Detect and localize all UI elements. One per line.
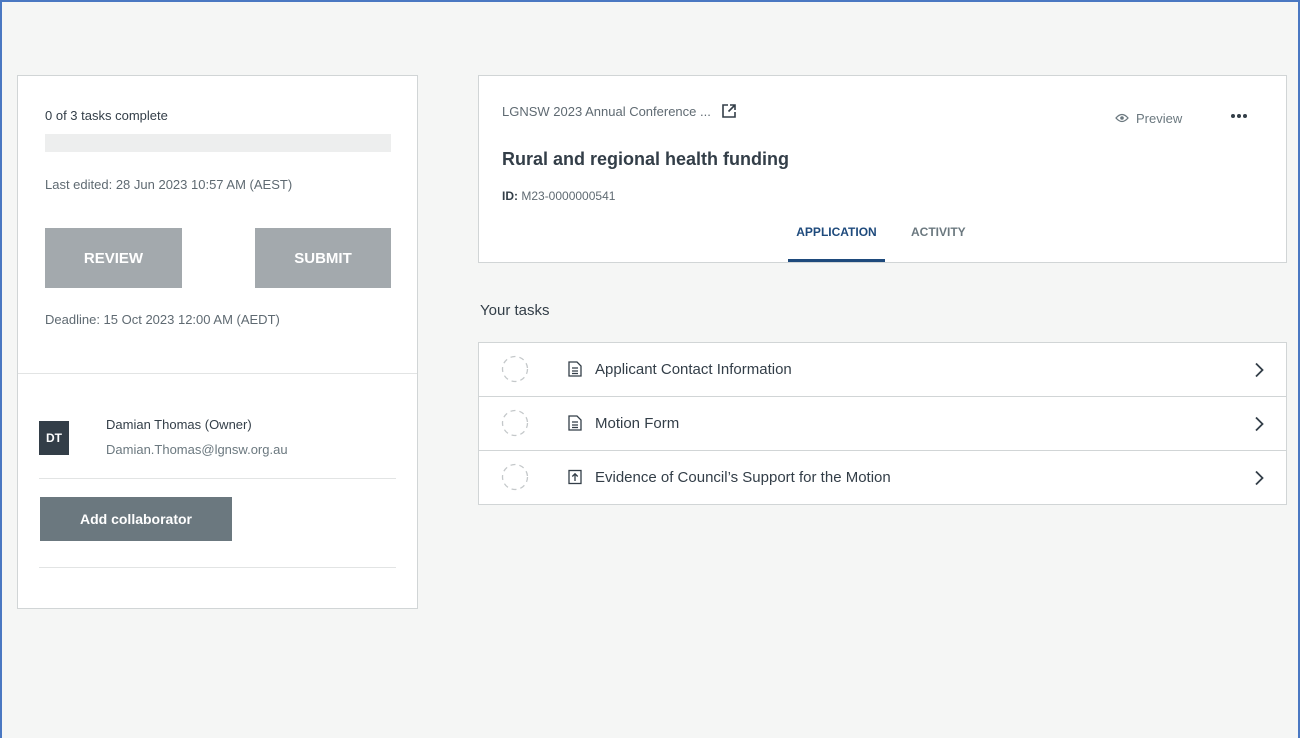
incomplete-status-icon	[501, 409, 529, 437]
task-label: Evidence of Council’s Support for the Mo…	[595, 469, 891, 486]
upload-icon	[568, 469, 582, 485]
application-id: ID: M23-0000000541	[502, 189, 615, 203]
task-list: Applicant Contact Information Motion For…	[478, 342, 1287, 505]
document-icon	[568, 361, 582, 377]
tab-application[interactable]: APPLICATION	[788, 225, 885, 262]
document-icon	[568, 415, 582, 431]
external-link-icon[interactable]	[721, 103, 737, 119]
task-item-applicant-contact-information[interactable]: Applicant Contact Information	[479, 343, 1286, 397]
add-collaborator-button[interactable]: Add collaborator	[40, 497, 232, 541]
eye-icon	[1115, 111, 1129, 126]
more-options-icon[interactable]	[1227, 106, 1251, 126]
tasks-heading: Your tasks	[480, 302, 550, 319]
task-item-evidence-of-council-support[interactable]: Evidence of Council’s Support for the Mo…	[479, 451, 1286, 504]
incomplete-status-icon	[501, 355, 529, 383]
divider	[18, 373, 417, 374]
application-summary-panel: 0 of 3 tasks complete Last edited: 28 Ju…	[17, 75, 418, 609]
owner-email: Damian.Thomas@lgnsw.org.au	[106, 442, 288, 457]
task-label: Motion Form	[595, 415, 680, 432]
incomplete-status-icon	[501, 463, 529, 491]
avatar: DT	[39, 421, 69, 455]
task-item-motion-form[interactable]: Motion Form	[479, 397, 1286, 451]
divider	[39, 567, 396, 568]
review-button[interactable]: REVIEW	[45, 228, 182, 288]
chevron-right-icon	[1255, 416, 1264, 432]
last-edited-text: Last edited: 28 Jun 2023 10:57 AM (AEST)	[45, 177, 293, 192]
breadcrumb[interactable]: LGNSW 2023 Annual Conference ...	[502, 103, 737, 119]
task-label: Applicant Contact Information	[595, 361, 792, 378]
owner-name: Damian Thomas (Owner)	[106, 417, 252, 432]
application-header: LGNSW 2023 Annual Conference ... Preview…	[478, 75, 1287, 263]
progress-bar	[45, 134, 391, 152]
page-title: Rural and regional health funding	[502, 149, 790, 169]
submit-button[interactable]: SUBMIT	[255, 228, 391, 288]
divider	[39, 478, 396, 479]
id-value: M23-0000000541	[521, 189, 616, 203]
preview-label: Preview	[1136, 111, 1183, 126]
preview-button[interactable]: Preview	[1115, 111, 1182, 126]
chevron-right-icon	[1255, 470, 1264, 486]
id-label: ID:	[502, 189, 518, 203]
deadline-text: Deadline: 15 Oct 2023 12:00 AM (AEDT)	[45, 312, 280, 327]
chevron-right-icon	[1255, 362, 1264, 378]
tab-activity[interactable]: ACTIVITY	[911, 225, 966, 262]
progress-text: 0 of 3 tasks complete	[45, 108, 168, 123]
breadcrumb-label[interactable]: LGNSW 2023 Annual Conference ...	[502, 104, 711, 119]
